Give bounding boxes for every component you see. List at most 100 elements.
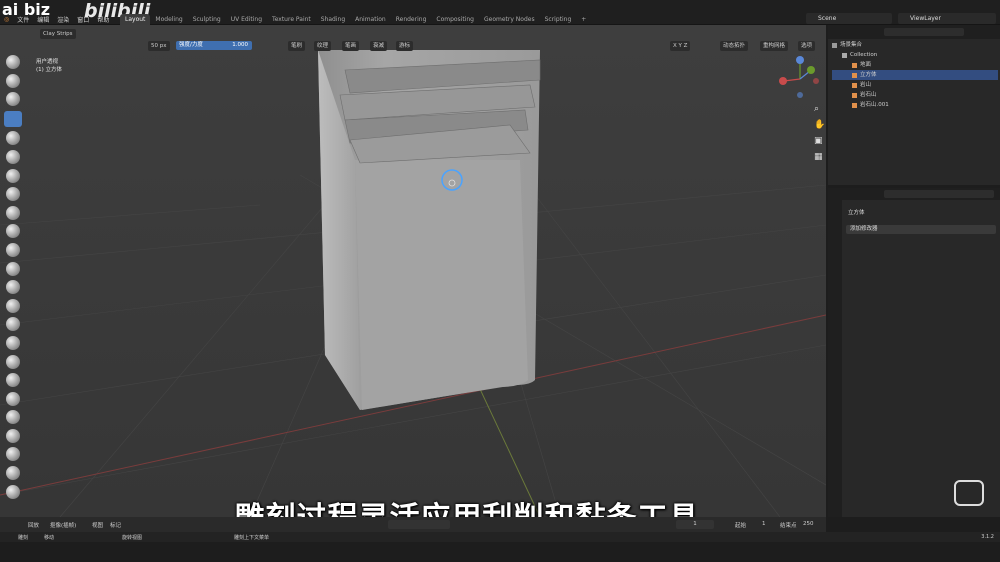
flatten-brush-icon[interactable]: [6, 242, 20, 257]
menu-edit[interactable]: 编辑: [37, 15, 49, 24]
mesh-object-icon: [852, 102, 857, 108]
tab-texture-paint[interactable]: Texture Paint: [267, 14, 316, 25]
radius-value: 50 px: [151, 43, 167, 49]
mesh-object-icon: [852, 62, 857, 68]
status-bar: 雕刻 移动 旋转视图 雕刻上下文菜单 3.1.2: [0, 532, 1000, 542]
blob-brush-icon[interactable]: [6, 187, 20, 202]
menu-help[interactable]: 帮助: [97, 15, 109, 24]
texture-menu[interactable]: 纹理: [314, 41, 332, 51]
clay-brush-icon[interactable]: [6, 92, 20, 107]
mask-brush-icon[interactable]: [6, 466, 20, 481]
multiplane-scrape-brush-icon[interactable]: [6, 298, 20, 313]
thumb-brush-icon[interactable]: [6, 391, 20, 406]
menu-render[interactable]: 渲染: [57, 15, 69, 24]
falloff-menu[interactable]: 衰减: [370, 41, 388, 51]
draw-brush-icon[interactable]: [6, 55, 20, 69]
viewport-canvas: [0, 25, 826, 517]
tab-animation[interactable]: Animation: [350, 14, 391, 25]
properties-header: [828, 188, 1000, 200]
outliner-item-label: 立方体: [860, 72, 877, 78]
navigation-gizmo[interactable]: ⌕ ✋ ▣ ▦: [776, 55, 824, 195]
mesh-object-icon: [852, 72, 857, 78]
current-frame-field[interactable]: 1: [676, 520, 714, 529]
inflate-brush-icon[interactable]: [6, 168, 20, 183]
menu-file[interactable]: 文件: [17, 15, 29, 24]
status-context-menu: 雕刻上下文菜单: [234, 535, 270, 541]
tab-uv-editing[interactable]: UV Editing: [226, 14, 267, 25]
radius-field[interactable]: 50 px: [148, 41, 170, 51]
view-menu[interactable]: 视图: [92, 521, 103, 529]
start-frame-value[interactable]: 1: [762, 521, 766, 527]
blender-logo-icon[interactable]: ◎: [4, 16, 9, 23]
add-modifier-button[interactable]: 添加修改器: [846, 225, 996, 234]
3d-viewport[interactable]: Clay Strips 50 px 强度/力度 1.000 笔刷 纹理 笔画 衰…: [0, 25, 826, 517]
elastic-deform-brush-icon[interactable]: [6, 354, 20, 369]
view-layer-selector[interactable]: ViewLayer: [898, 13, 996, 24]
tab-layout[interactable]: Layout: [120, 14, 151, 25]
clay-strips-brush-icon[interactable]: [4, 110, 22, 127]
outliner-item[interactable]: 岩石山: [832, 90, 998, 100]
tab-shading[interactable]: Shading: [316, 14, 350, 25]
fill-brush-icon[interactable]: [6, 261, 20, 276]
outliner-item[interactable]: 地面: [832, 60, 998, 70]
clay-thumb-brush-icon[interactable]: [6, 131, 20, 146]
tab-modeling[interactable]: Modeling: [150, 14, 187, 25]
pose-brush-icon[interactable]: [6, 410, 20, 425]
timeline-bar: 回放 抠像(插帧) 视图 标记 1 起始 1 结束点 250: [0, 517, 826, 532]
brush-menu[interactable]: 笔刷: [288, 41, 306, 51]
smooth-brush-icon[interactable]: [6, 224, 20, 239]
sculpt-toolbar: [4, 55, 24, 517]
tab-scripting[interactable]: Scripting: [540, 14, 577, 25]
layer-brush-icon[interactable]: [6, 149, 20, 164]
pinch-brush-icon[interactable]: [6, 317, 20, 332]
strength-field[interactable]: 强度/力度 1.000: [176, 41, 252, 50]
collection-icon: [842, 52, 847, 58]
mode-dropdown[interactable]: Clay Strips: [40, 29, 76, 39]
start-frame-label: 起始: [735, 523, 747, 529]
tab-sculpting[interactable]: Sculpting: [188, 14, 226, 25]
outliner-scene-collection[interactable]: 场景集合: [832, 40, 998, 50]
properties-panel: 立方体 添加修改器: [828, 188, 1000, 517]
end-frame-value[interactable]: 250: [803, 521, 814, 527]
outliner-item[interactable]: 岩石山.001: [832, 100, 998, 110]
playback-menu[interactable]: 回放: [28, 521, 39, 529]
crease-brush-icon[interactable]: [6, 205, 20, 220]
outliner-item[interactable]: 岩山: [832, 80, 998, 90]
remesh-button[interactable]: 重构网格: [760, 41, 789, 51]
options-menu[interactable]: 选项: [798, 41, 816, 51]
scene-selector[interactable]: Scene: [806, 13, 892, 24]
viewport-info: 用户透视 (1) 立方体: [36, 57, 62, 73]
properties-tabs: [828, 200, 842, 517]
properties-search-input[interactable]: [884, 190, 994, 198]
outliner-search-input[interactable]: [884, 28, 964, 36]
status-move: 移动: [44, 535, 55, 541]
tab-geometry-nodes[interactable]: Geometry Nodes: [479, 14, 540, 25]
outliner-item-selected[interactable]: 立方体: [832, 70, 998, 80]
camera-icon: ▣: [814, 136, 823, 146]
rotate-brush-icon[interactable]: [6, 447, 20, 462]
stroke-menu[interactable]: 笔画: [342, 41, 360, 51]
keying-menu[interactable]: 抠像(插帧): [50, 521, 76, 529]
tab-add[interactable]: +: [576, 14, 591, 25]
draw-sharp-brush-icon[interactable]: [6, 73, 20, 88]
outliner-panel: 场景集合 Collection 地面 立方体 岩山 岩石山 岩石山.001: [828, 25, 1000, 185]
tab-compositing[interactable]: Compositing: [431, 14, 479, 25]
snake-hook-brush-icon[interactable]: [6, 373, 20, 388]
dyntopo-toggle[interactable]: 动态拓扑: [720, 41, 749, 51]
playback-controls[interactable]: [388, 520, 450, 529]
cursor-menu[interactable]: 游标: [396, 41, 414, 51]
grid-view-icon: ▦: [814, 152, 823, 162]
marker-menu[interactable]: 标记: [110, 521, 121, 529]
nudge-brush-icon[interactable]: [6, 428, 20, 443]
tab-rendering[interactable]: Rendering: [391, 14, 432, 25]
symmetry-axes[interactable]: X Y Z: [670, 41, 691, 51]
pan-icon: ✋: [814, 118, 824, 130]
scrape-brush-icon[interactable]: [6, 280, 20, 295]
grab-brush-icon[interactable]: [6, 335, 20, 350]
scene-collection-label: 场景集合: [840, 42, 863, 48]
menu-window[interactable]: 窗口: [77, 15, 89, 24]
status-rotate-view: 旋转视图: [122, 535, 143, 541]
object-info-label: (1) 立方体: [36, 67, 63, 73]
mesh-object-icon: [852, 92, 857, 98]
outliner-collection[interactable]: Collection: [832, 50, 998, 60]
